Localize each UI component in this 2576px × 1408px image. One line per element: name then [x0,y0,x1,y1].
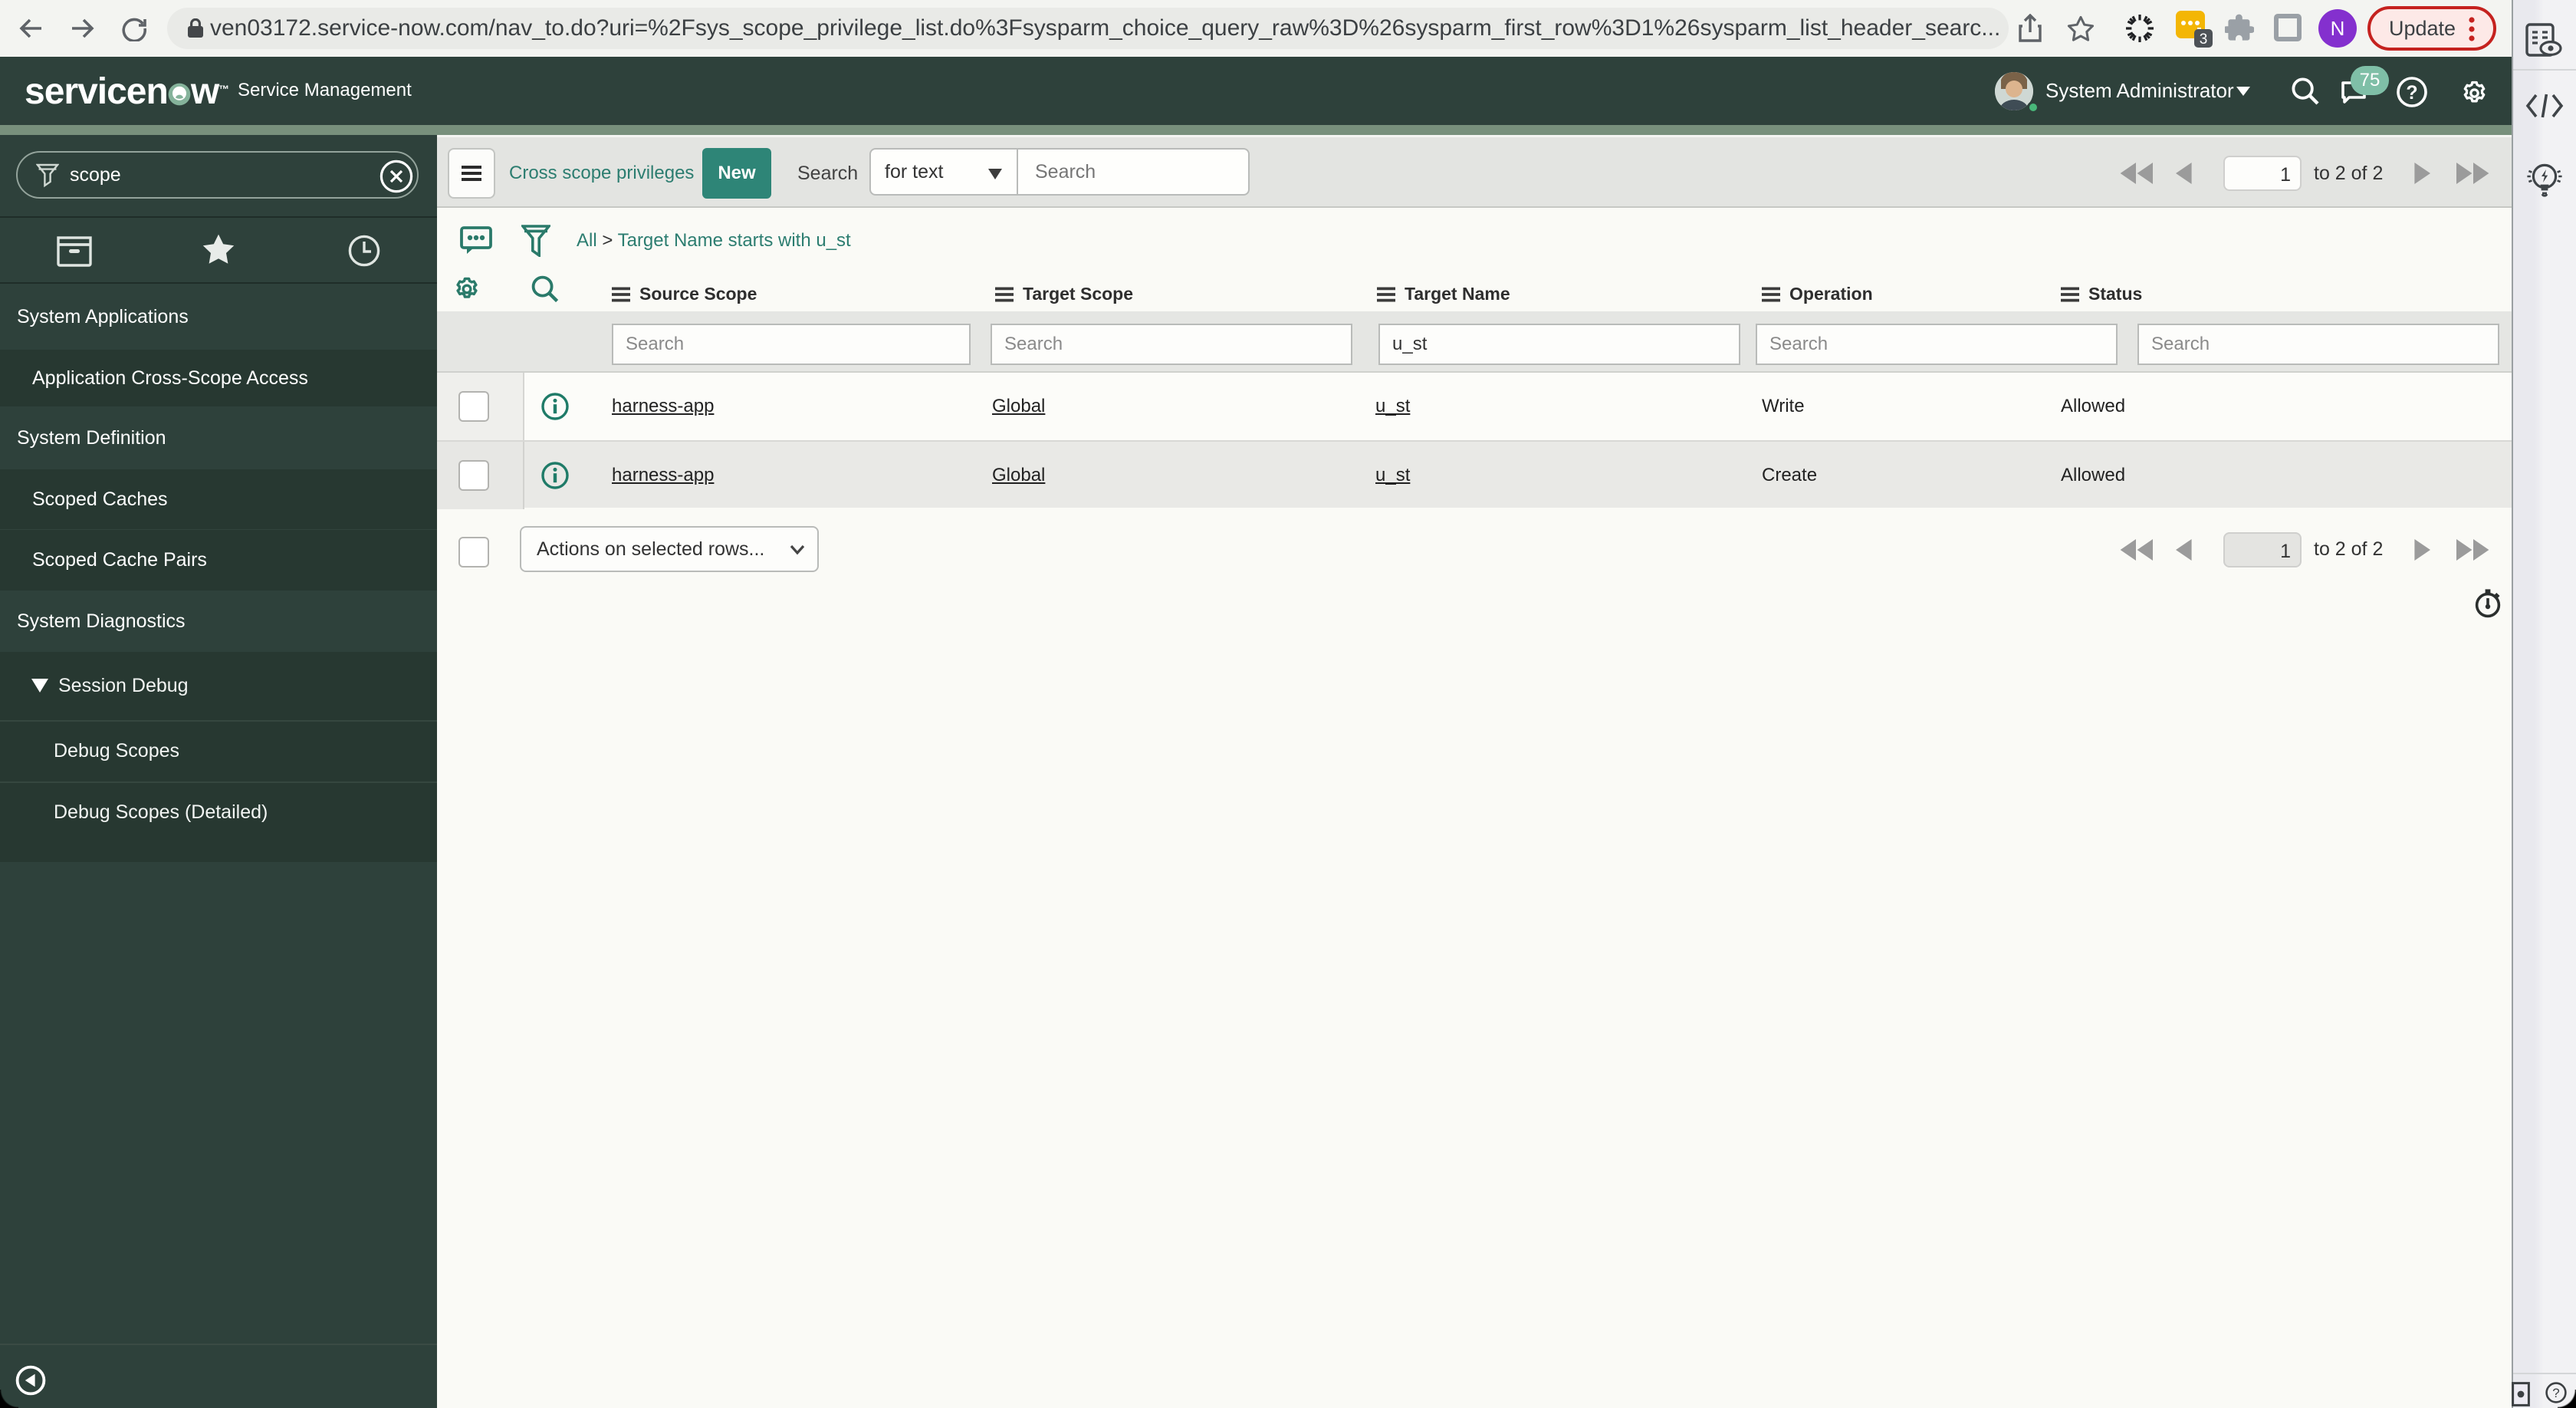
svg-text:?: ? [2406,82,2417,104]
svg-text:3: 3 [2200,31,2208,48]
